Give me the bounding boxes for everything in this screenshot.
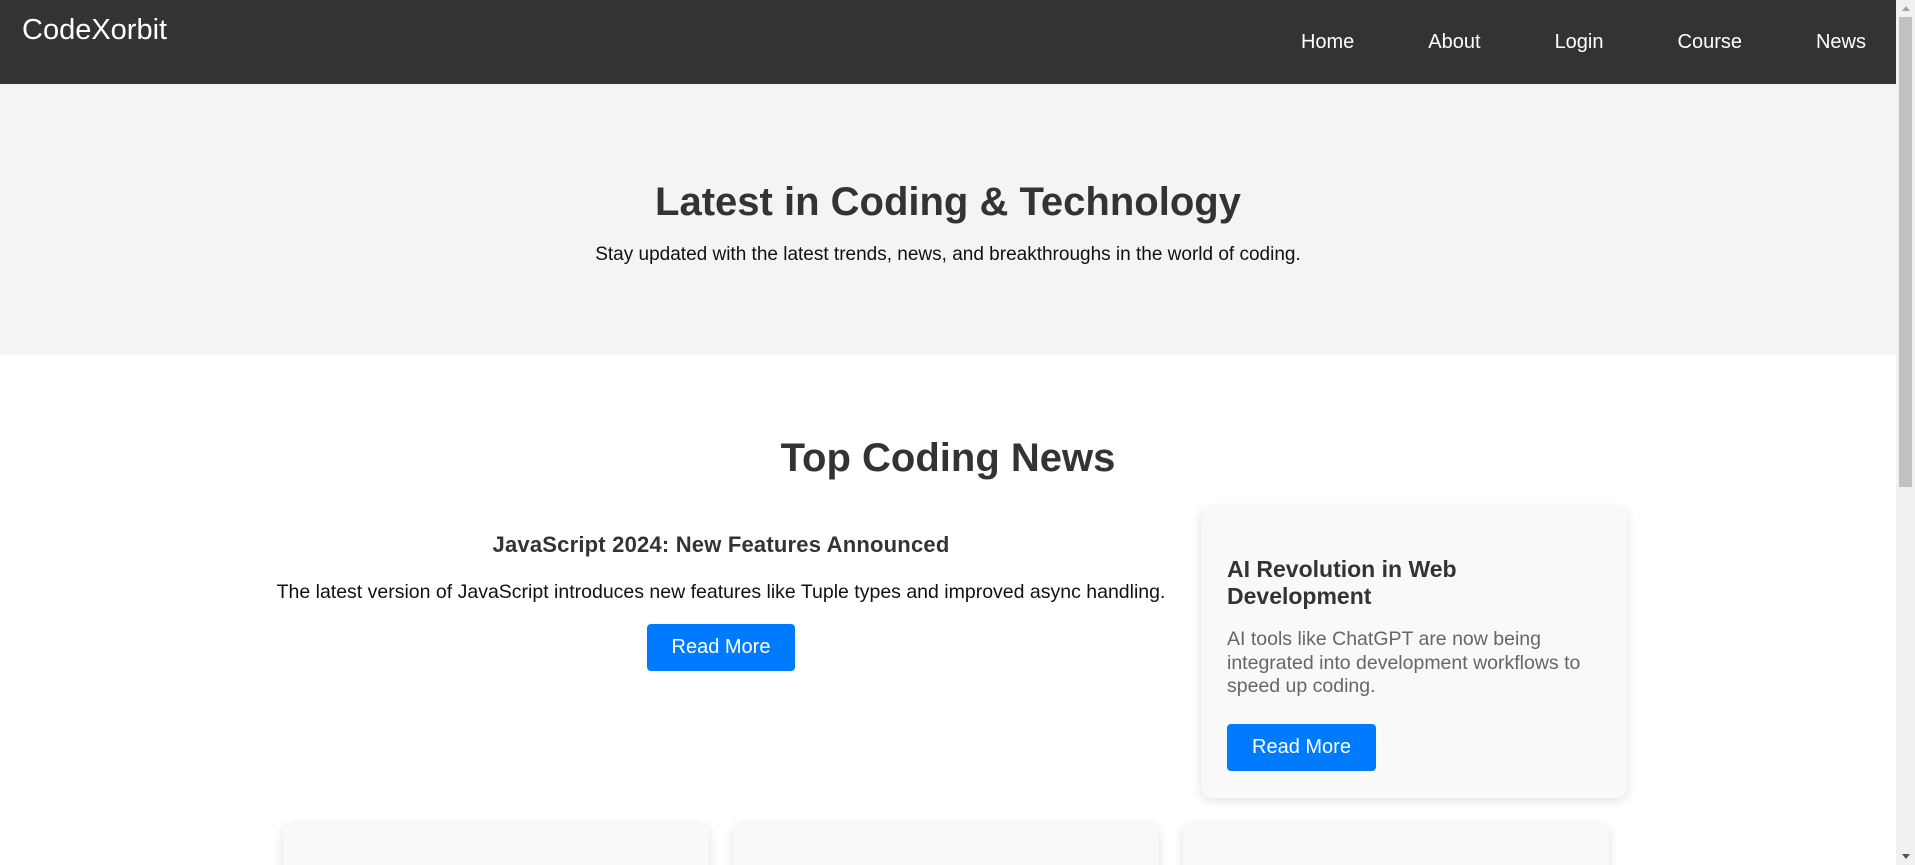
nav-link-home[interactable]: Home (1301, 28, 1354, 56)
scroll-up-arrow-icon[interactable] (1896, 0, 1915, 17)
nav-links: Home About Login Course News (1227, 28, 1866, 56)
news-card: AI Revolution in Web Development AI tool… (1201, 508, 1627, 798)
featured-news-description: The latest version of JavaScript introdu… (276, 581, 1166, 603)
news-card-title: AI Revolution in Web Development (1227, 556, 1457, 609)
news-card-read-more-button[interactable]: Read More (1227, 723, 1376, 771)
featured-news-title: JavaScript 2024: New Features Announced (492, 532, 950, 557)
scroll-down-arrow-icon[interactable] (1896, 848, 1915, 865)
page-viewport: CodeXorbit Home About Login Course News … (0, 0, 1896, 865)
news-card-partial (1183, 824, 1609, 865)
navbar: CodeXorbit Home About Login Course News (0, 0, 1896, 84)
hero-subtitle: Stay updated with the latest trends, new… (595, 244, 1301, 265)
nav-link-about[interactable]: About (1428, 28, 1480, 56)
nav-link-login[interactable]: Login (1555, 28, 1604, 56)
nav-link-course[interactable]: Course (1678, 28, 1742, 56)
news-card-partial (733, 824, 1159, 865)
nav-link-news[interactable]: News (1816, 28, 1866, 56)
news-card-partial (283, 824, 709, 865)
featured-read-more-button[interactable]: Read More (646, 624, 796, 671)
brand-logo[interactable]: CodeXorbit (22, 12, 167, 48)
news-card-description: AI tools like ChatGPT are now being inte… (1227, 628, 1581, 697)
vertical-scrollbar[interactable] (1896, 0, 1915, 865)
featured-news: JavaScript 2024: New Features Announced … (260, 530, 1182, 671)
hero-section: Latest in Coding & Technology Stay updat… (0, 84, 1896, 355)
hero-title: Latest in Coding & Technology (655, 180, 1241, 224)
news-section-title: Top Coding News (780, 436, 1116, 480)
scrollbar-thumb[interactable] (1899, 17, 1912, 487)
